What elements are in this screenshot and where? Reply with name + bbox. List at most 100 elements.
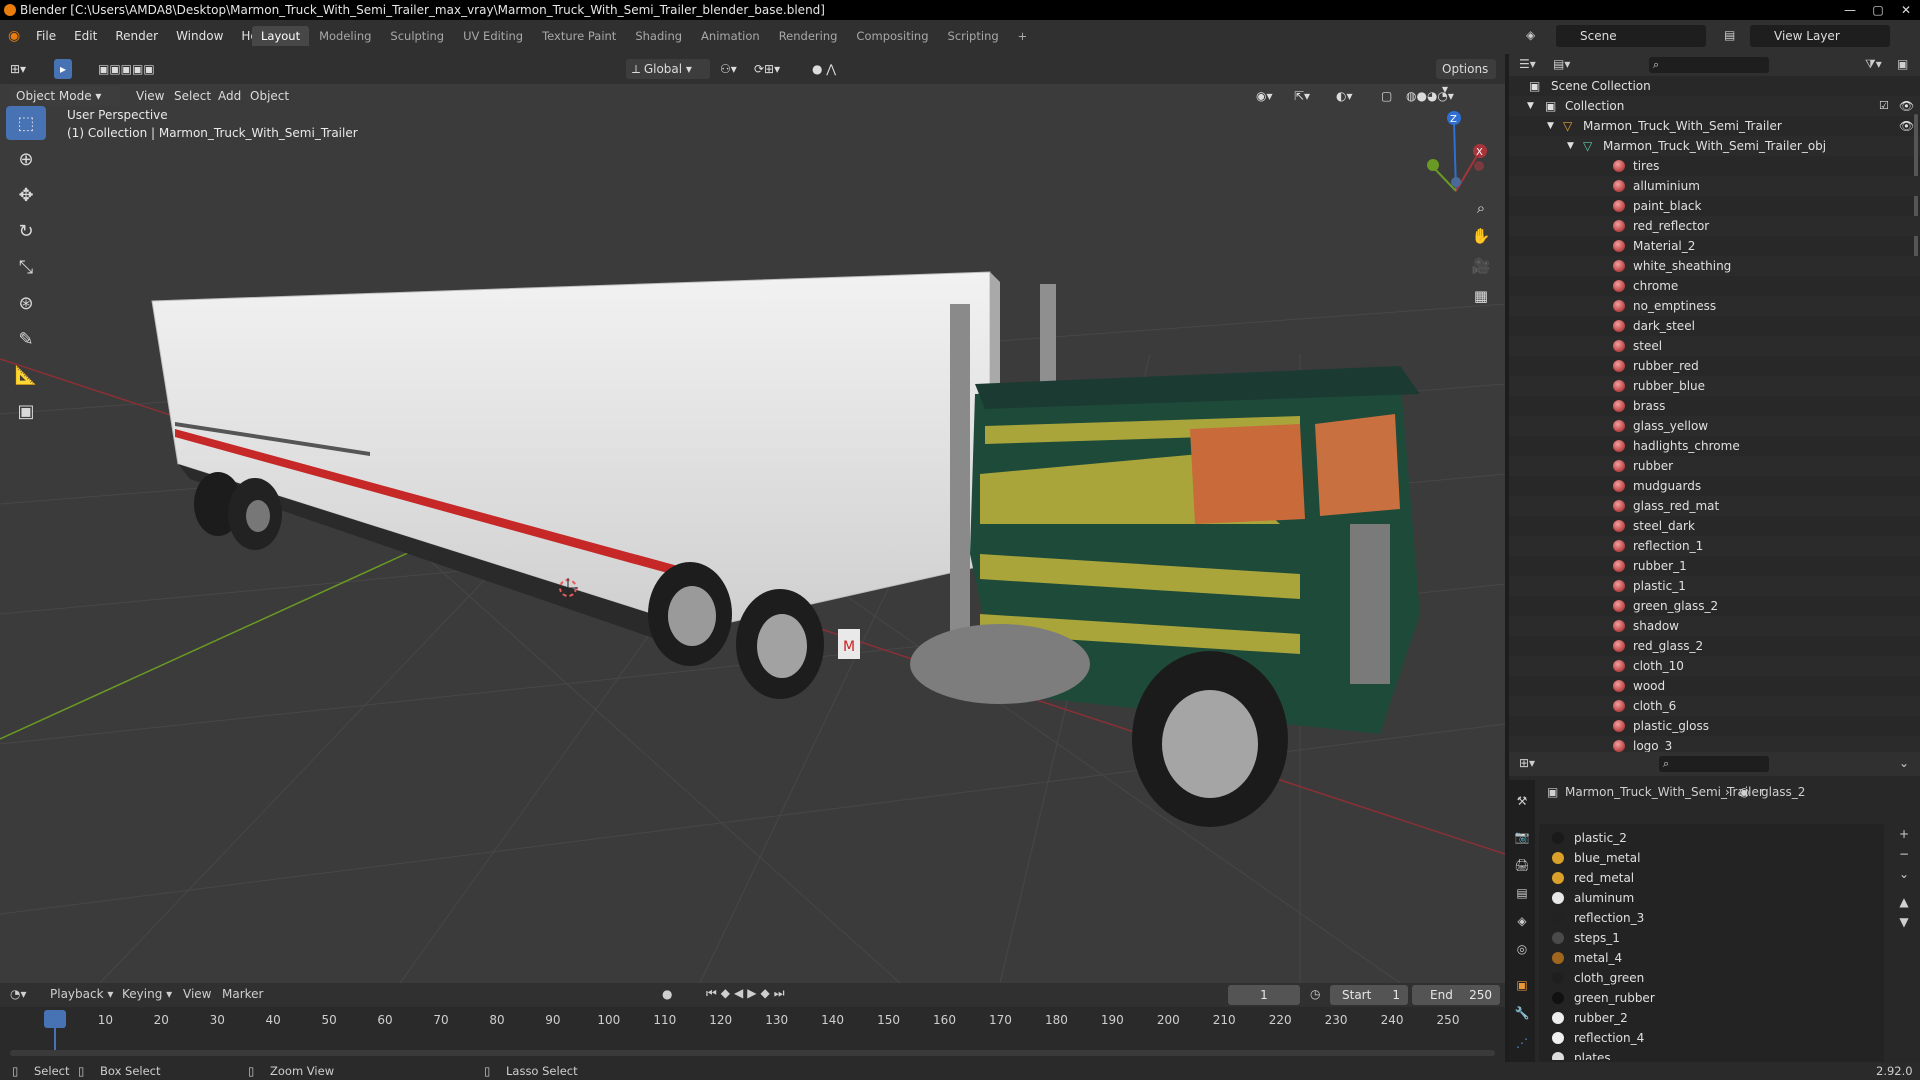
properties-editor-icon[interactable]: ⊞▾ <box>1519 756 1535 770</box>
material-slot-item[interactable]: red_metal <box>1548 868 1878 888</box>
material-slot-item[interactable]: metal_4 <box>1548 948 1878 968</box>
mode-selector[interactable]: Object Mode ▾ <box>10 86 120 106</box>
material-slot-item[interactable]: green_rubber <box>1548 988 1878 1008</box>
select-box-tool-icon[interactable]: ⬚ <box>6 106 46 140</box>
visibility-icon[interactable]: ◉▾ <box>1250 86 1279 106</box>
move-slot-down-button[interactable]: ▼ <box>1894 915 1914 935</box>
outliner-row-material[interactable]: mudguards <box>1509 476 1920 496</box>
outliner-row-material[interactable]: plastic_1 <box>1509 576 1920 596</box>
menu-object[interactable]: Object <box>244 86 295 106</box>
outliner-row-collection[interactable]: ▼ ▣ Collection ☑ 👁 <box>1509 96 1920 116</box>
material-slot-item[interactable]: aluminum <box>1548 888 1878 908</box>
modifier-tab-icon[interactable]: 🔧 <box>1513 1004 1531 1022</box>
outliner-row-material[interactable]: cloth_6 <box>1509 696 1920 716</box>
tab-compositing[interactable]: Compositing <box>847 26 937 46</box>
menu-timeline-view[interactable]: View <box>183 987 211 1001</box>
view-layer-tab-icon[interactable]: ▤ <box>1513 884 1531 902</box>
pivot-icon[interactable]: ⚇▾ <box>714 59 743 79</box>
outliner-row-material[interactable]: plastic_gloss <box>1509 716 1920 736</box>
shading-mode-icons[interactable]: ◍●◕◔▾ <box>1400 86 1460 106</box>
semi-trailer-model[interactable] <box>151 271 1000 654</box>
outliner-editor-icon[interactable]: ☰▾ <box>1519 57 1536 71</box>
eye-icon[interactable]: 👁 <box>1899 96 1914 116</box>
menu-marker[interactable]: Marker <box>222 987 263 1001</box>
outliner-row-material[interactable]: steel_dark <box>1509 516 1920 536</box>
scene-selector[interactable]: Scene <box>1556 25 1706 47</box>
outliner-row-material[interactable]: rubber_red <box>1509 356 1920 376</box>
start-frame-field[interactable]: Start 1 <box>1330 985 1408 1005</box>
menu-window[interactable]: Window <box>168 27 231 45</box>
material-slot-item[interactable]: plates <box>1548 1048 1878 1060</box>
slot-specials-button[interactable]: ⌄ <box>1894 867 1914 889</box>
end-frame-field[interactable]: End 250 <box>1412 985 1500 1005</box>
expand-arrow-icon[interactable]: ▼ <box>1567 136 1574 156</box>
ortho-grid-icon[interactable]: ▦ <box>1467 282 1495 310</box>
scale-tool-icon[interactable]: ⤡ <box>6 250 46 284</box>
view-layer-selector[interactable]: View Layer <box>1750 25 1890 47</box>
outliner-row-material[interactable]: chrome <box>1509 276 1920 296</box>
outliner-row-material[interactable]: paint_black <box>1509 196 1920 216</box>
outliner-row-material[interactable]: cloth_10 <box>1509 656 1920 676</box>
transform-tool-icon[interactable]: ⊛ <box>6 286 46 320</box>
menu-render[interactable]: Render <box>107 27 166 45</box>
measure-tool-icon[interactable]: 📐 <box>6 358 46 392</box>
remove-slot-button[interactable]: − <box>1894 847 1914 867</box>
outliner-row-material[interactable]: dark_steel <box>1509 316 1920 336</box>
material-slot-item[interactable]: reflection_3 <box>1548 908 1878 928</box>
material-slot-item[interactable]: blue_metal <box>1548 848 1878 868</box>
minimize-button[interactable]: — <box>1836 0 1864 20</box>
tab-uv-editing[interactable]: UV Editing <box>454 26 532 46</box>
outliner-row-material[interactable]: tires <box>1509 156 1920 176</box>
material-slot-item[interactable]: rubber_2 <box>1548 1008 1878 1028</box>
output-tab-icon[interactable]: 🖨 <box>1513 856 1531 874</box>
navigation-gizmo[interactable]: Z X <box>1427 111 1487 192</box>
tool-tab-icon[interactable]: ⚒ <box>1513 792 1531 810</box>
menu-playback[interactable]: Playback ▾ <box>50 987 113 1001</box>
snap-icon[interactable]: ⟳⊞▾ <box>748 59 786 79</box>
material-slot-item[interactable]: plastic_2 <box>1548 828 1878 848</box>
material-slot-item[interactable]: cloth_green <box>1548 968 1878 988</box>
timeline-scrollbar[interactable] <box>10 1050 1495 1056</box>
outliner-row-scene-collection[interactable]: ▣ Scene Collection <box>1509 76 1920 96</box>
particles-tab-icon[interactable]: ⋰ <box>1513 1034 1531 1052</box>
menu-edit[interactable]: Edit <box>66 27 105 45</box>
display-mode-icon[interactable]: ▤▾ <box>1553 57 1570 71</box>
tab-texture-paint[interactable]: Texture Paint <box>533 26 625 46</box>
outliner-row-material[interactable]: rubber_1 <box>1509 556 1920 576</box>
new-collection-icon[interactable]: ▣ <box>1897 57 1908 71</box>
select-tool-icon[interactable]: ▸ <box>54 59 73 79</box>
outliner-row-material[interactable]: Material_2 <box>1509 236 1920 256</box>
pan-hand-icon[interactable]: ✋ <box>1467 222 1495 250</box>
transform-orientation[interactable]: ⟂ Global ▾ <box>626 59 710 79</box>
rotate-tool-icon[interactable]: ↻ <box>6 214 46 248</box>
world-tab-icon[interactable]: ◎ <box>1513 940 1531 958</box>
outliner-row-material[interactable]: rubber_blue <box>1509 376 1920 396</box>
move-tool-icon[interactable]: ✥ <box>6 178 46 212</box>
timeline-editor-icon[interactable]: ◔▾ <box>10 987 27 1001</box>
render-tab-icon[interactable]: 📷 <box>1513 828 1531 846</box>
collapse-icon[interactable]: ⌄ <box>1899 756 1909 770</box>
record-icon[interactable]: ● <box>662 987 672 1001</box>
outliner-search-input[interactable]: ⌕ <box>1649 57 1769 73</box>
menu-select[interactable]: Select <box>168 86 217 106</box>
tab-scripting[interactable]: Scripting <box>939 26 1008 46</box>
outliner-row-material[interactable]: reflection_1 <box>1509 536 1920 556</box>
outliner-row-material[interactable]: rubber <box>1509 456 1920 476</box>
eye-icon[interactable]: 👁 <box>1899 116 1914 136</box>
add-cube-tool-icon[interactable]: ▣ <box>6 394 46 428</box>
blender-menu-icon[interactable]: ◉ <box>8 28 20 44</box>
scene-icon[interactable]: ◈ <box>1526 28 1535 42</box>
outliner-row-material[interactable]: glass_yellow <box>1509 416 1920 436</box>
outliner-row-material[interactable]: shadow <box>1509 616 1920 636</box>
gizmo-toggle-icon[interactable]: ⇱▾ <box>1288 86 1316 106</box>
move-slot-up-button[interactable]: ▲ <box>1894 895 1914 915</box>
include-checkbox[interactable]: ☑ <box>1879 96 1889 116</box>
outliner-row-material[interactable]: red_glass_2 <box>1509 636 1920 656</box>
outliner-row-mesh[interactable]: ▼ ▽ Marmon_Truck_With_Semi_Trailer_obj <box>1509 136 1920 156</box>
zoom-icon[interactable]: ⌕ <box>1467 194 1495 222</box>
material-slot-item[interactable]: steps_1 <box>1548 928 1878 948</box>
camera-view-icon[interactable]: 🎥 <box>1467 252 1495 280</box>
scene-tab-icon[interactable]: ◈ <box>1513 912 1531 930</box>
outliner-row-material[interactable]: brass <box>1509 396 1920 416</box>
options-button[interactable]: Options ▾ <box>1436 59 1496 96</box>
